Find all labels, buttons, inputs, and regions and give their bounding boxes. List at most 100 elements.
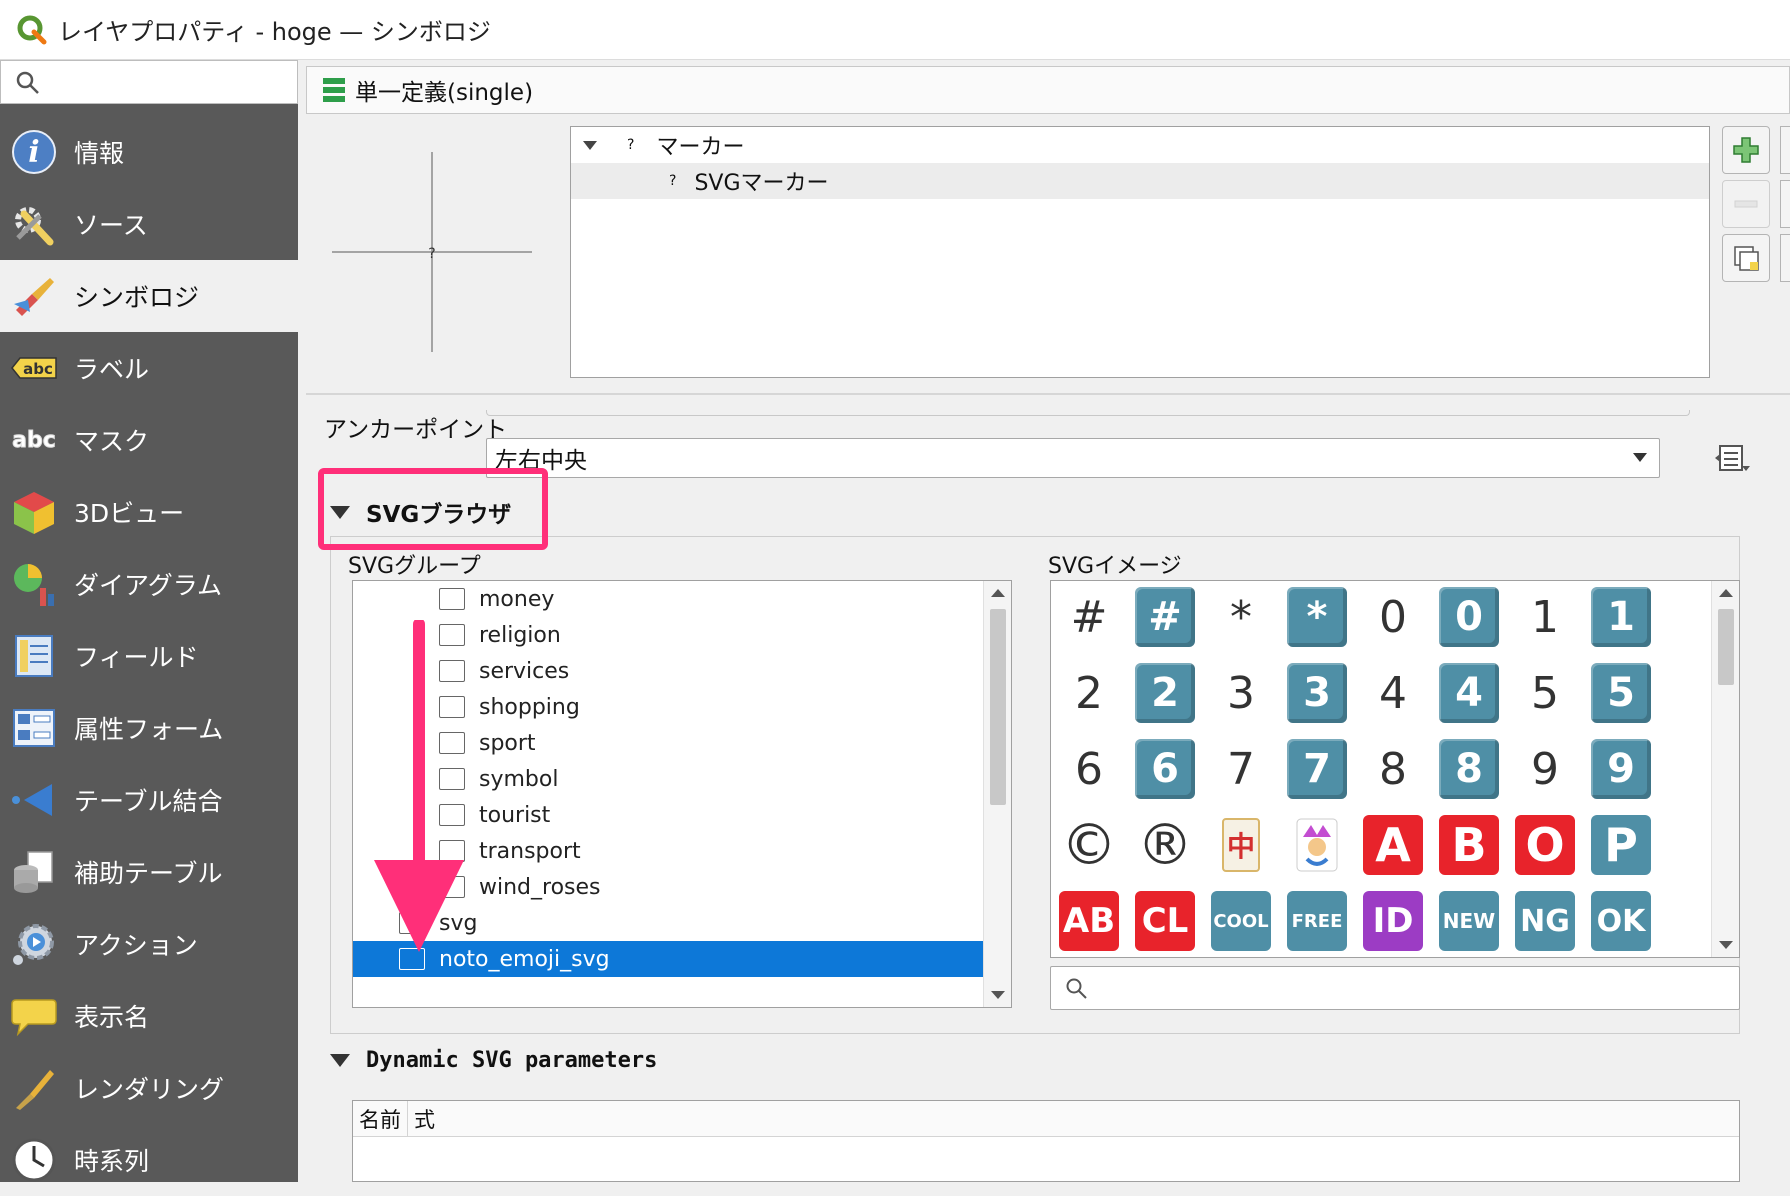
svg-image-digit-6[interactable]: 6 xyxy=(1059,739,1119,799)
svg-image-copyright[interactable]: © xyxy=(1059,813,1119,878)
scroll-up-icon[interactable] xyxy=(1719,589,1733,597)
svg-image-cl[interactable]: CL xyxy=(1135,891,1195,951)
svg-image-digit-8[interactable]: 8 xyxy=(1363,739,1423,799)
sidebar-item-auxiliary[interactable]: 補助テーブル xyxy=(0,836,298,908)
tree-row-svg-marker[interactable]: ? SVGマーカー xyxy=(571,163,1709,199)
anchor-point-combo[interactable]: 左右中央 xyxy=(486,438,1660,478)
action-gear-icon xyxy=(8,918,60,970)
sidebar-item-attribute-form[interactable]: 属性フォーム xyxy=(0,692,298,764)
scroll-thumb[interactable] xyxy=(990,609,1006,805)
svg-image-id[interactable]: ID xyxy=(1363,891,1423,951)
svg-text:?: ? xyxy=(428,246,435,262)
svg-image-joker[interactable] xyxy=(1287,815,1347,875)
symbol-toolbar-button-edge[interactable] xyxy=(1780,234,1790,282)
scroll-thumb[interactable] xyxy=(1718,609,1734,685)
rendering-brush-icon xyxy=(8,1062,60,1114)
svg-image-keycap-4[interactable]: 4 xyxy=(1439,663,1499,723)
qgis-logo-icon xyxy=(17,15,47,44)
svg-image-keycap-hash[interactable]: # xyxy=(1135,587,1195,647)
sidebar-item-source[interactable]: ソース xyxy=(0,188,298,260)
svg-image-digit-3[interactable]: 3 xyxy=(1211,663,1271,723)
group-label: religion xyxy=(479,622,561,648)
svg-image-keycap-6[interactable]: 6 xyxy=(1135,739,1195,799)
svg-image-asterisk[interactable]: * xyxy=(1211,587,1271,647)
svg-image-keycap-1[interactable]: 1 xyxy=(1591,587,1651,647)
svg-image-digit-9[interactable]: 9 xyxy=(1515,739,1575,799)
sidebar-item-join[interactable]: テーブル結合 xyxy=(0,764,298,836)
sidebar-search-input[interactable] xyxy=(0,60,298,104)
sidebar-item-mask[interactable]: abc マスク xyxy=(0,404,298,476)
symbol-layer-tree[interactable]: ? マーカー ? SVGマーカー xyxy=(570,126,1710,378)
scroll-up-icon[interactable] xyxy=(991,589,1005,597)
splitter[interactable] xyxy=(306,393,1790,395)
svg-image-hash[interactable]: # xyxy=(1059,587,1119,647)
dynamic-svg-params-toggle[interactable]: Dynamic SVG parameters xyxy=(330,1048,657,1073)
svg-image-keycap-8[interactable]: 8 xyxy=(1439,739,1499,799)
sidebar-item-info[interactable]: i 情報 xyxy=(0,116,298,188)
sidebar-item-label: アクション xyxy=(74,931,198,960)
svg-image-digit-1[interactable]: 1 xyxy=(1515,587,1575,647)
sidebar-item-display[interactable]: 表示名 xyxy=(0,980,298,1052)
svg-image-digit-5[interactable]: 5 xyxy=(1515,663,1575,723)
sidebar-item-label: 時系列 xyxy=(74,1147,150,1176)
svg-image-new[interactable]: NEW xyxy=(1439,891,1499,951)
svg-image-letter-b[interactable]: B xyxy=(1439,815,1499,875)
sidebar-item-label[interactable]: abc ラベル xyxy=(0,332,298,404)
remove-symbol-layer-button[interactable] xyxy=(1722,180,1770,228)
fields-icon xyxy=(8,630,60,682)
sidebar-item-rendering[interactable]: レンダリング xyxy=(0,1052,298,1124)
svg-image-digit-4[interactable]: 4 xyxy=(1363,663,1423,723)
svg-image-letter-a[interactable]: A xyxy=(1363,815,1423,875)
svg-image-grid[interactable]: # # * * 0 0 1 1 2 2 3 3 4 4 5 5 6 6 7 7 … xyxy=(1050,580,1740,958)
sidebar-item-temporal[interactable]: 時系列 xyxy=(0,1124,298,1196)
svg-image-ab[interactable]: AB xyxy=(1059,891,1119,951)
sidebar-item-label: 表示名 xyxy=(74,1003,150,1032)
image-grid-scrollbar[interactable] xyxy=(1711,581,1739,957)
svg-image-registered[interactable]: ® xyxy=(1135,813,1195,878)
symbol-toolbar-button-edge[interactable] xyxy=(1780,180,1790,228)
svg-image-letter-o[interactable]: O xyxy=(1515,815,1575,875)
svg-image-ng[interactable]: NG xyxy=(1515,891,1575,951)
duplicate-symbol-layer-button[interactable] xyxy=(1722,234,1770,282)
svg-image-search-input[interactable] xyxy=(1050,966,1740,1010)
svg-image-digit-2[interactable]: 2 xyxy=(1059,663,1119,723)
svg-image-keycap-2[interactable]: 2 xyxy=(1135,663,1195,723)
svg-image-keycap-9[interactable]: 9 xyxy=(1591,739,1651,799)
sidebar-item-action[interactable]: アクション xyxy=(0,908,298,980)
symbol-toolbar-button-edge[interactable] xyxy=(1780,126,1790,174)
svg-image-digit-7[interactable]: 7 xyxy=(1211,739,1271,799)
svg-image-letter-p[interactable]: P xyxy=(1591,815,1651,875)
info-icon: i xyxy=(8,126,60,178)
svg-image-digit-0[interactable]: 0 xyxy=(1363,587,1423,647)
tree-row-marker[interactable]: ? マーカー xyxy=(571,127,1709,163)
scroll-down-icon[interactable] xyxy=(991,991,1005,999)
svg-image-keycap-5[interactable]: 5 xyxy=(1591,663,1651,723)
svg-image-free[interactable]: FREE xyxy=(1287,891,1347,951)
group-tree-scrollbar[interactable] xyxy=(983,581,1011,1007)
sidebar-item-symbology[interactable]: シンボロジ xyxy=(0,260,298,332)
add-symbol-layer-button[interactable] xyxy=(1722,126,1770,174)
svg-image-keycap-3[interactable]: 3 xyxy=(1287,663,1347,723)
column-header-expression[interactable]: 式 xyxy=(408,1101,441,1136)
highlight-annotation-box xyxy=(318,468,548,550)
svg-image-keycap-7[interactable]: 7 xyxy=(1287,739,1347,799)
sidebar-item-fields[interactable]: フィールド xyxy=(0,620,298,692)
svg-image-keycap-asterisk[interactable]: * xyxy=(1287,587,1347,647)
renderer-type-combo[interactable]: 単一定義(single) xyxy=(306,66,1790,114)
svg-image-mahjong[interactable]: 中 xyxy=(1211,815,1271,875)
column-header-name[interactable]: 名前 xyxy=(353,1101,408,1136)
sidebar-item-label: ラベル xyxy=(74,355,150,384)
svg-image-cool[interactable]: COOL xyxy=(1211,891,1271,951)
svg-image-keycap-0[interactable]: 0 xyxy=(1439,587,1499,647)
scroll-down-icon[interactable] xyxy=(1719,941,1733,949)
dynamic-params-table[interactable]: 名前 式 xyxy=(352,1100,1740,1182)
data-defined-override-button[interactable] xyxy=(1706,438,1758,478)
sidebar-item-label: フィールド xyxy=(74,643,199,672)
attribute-form-icon xyxy=(8,702,60,754)
sidebar-item-3dview[interactable]: 3Dビュー xyxy=(0,476,298,548)
expand-arrow-icon[interactable] xyxy=(583,140,597,150)
sidebar-item-diagram[interactable]: ダイアグラム xyxy=(0,548,298,620)
svg-image-ok[interactable]: OK xyxy=(1591,891,1651,951)
sidebar-item-label: ソース xyxy=(74,211,148,240)
group-item-money[interactable]: money xyxy=(353,581,1011,617)
